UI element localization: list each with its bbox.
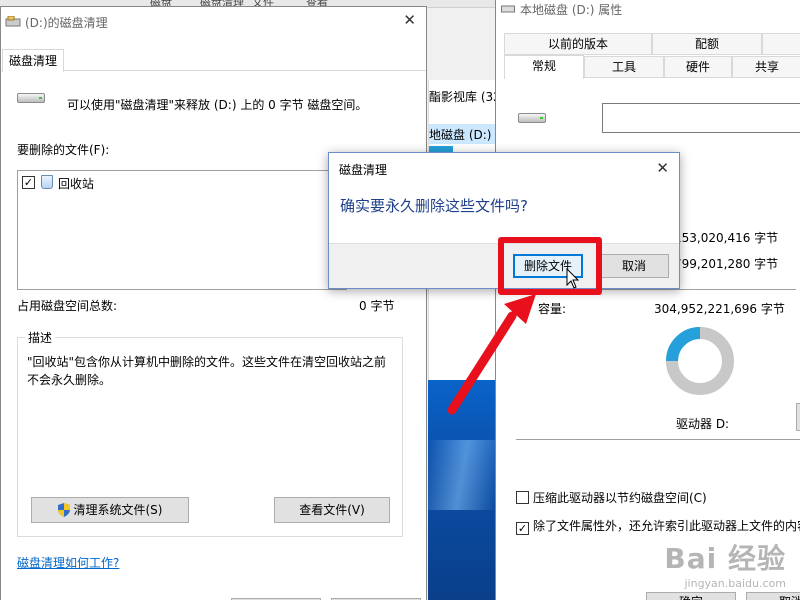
list-item[interactable]: 回收站 [58,175,94,192]
compress-label: 压缩此驱动器以节约磁盘空间(C) [533,491,707,505]
index-label: 除了文件属性外，还允许索引此驱动器上文件的内容 [533,519,800,533]
description-title: 描述 [25,329,56,346]
compress-option[interactable]: 压缩此驱动器以节约磁盘空间(C) [516,489,707,506]
ok-button[interactable]: 确定 [646,592,736,600]
tab-hardware[interactable]: 硬件 [664,56,732,78]
view-files-button[interactable]: 查看文件(V) [274,497,390,523]
explorer-row[interactable]: 酯影视库 (32 [429,88,501,105]
close-icon[interactable]: ✕ [656,159,669,177]
free-space-value: 799,201,280 字节 [674,257,779,271]
explorer-row[interactable]: 地磁盘 (D:) [429,126,491,143]
dialog-message: 确实要永久删除这些文件吗? [340,197,528,215]
highlight-box [498,237,602,295]
window-title: (D:)的磁盘清理 [25,16,108,30]
tab-extra[interactable] [762,33,800,55]
tab-quota[interactable]: 配额 [652,33,762,55]
drive-icon [501,5,515,13]
disk-cleanup-button[interactable] [796,403,800,431]
tab-strip [1,45,426,71]
index-checkbox[interactable]: ✓ [516,522,529,535]
drive-icon [518,111,548,125]
capacity-label: 容量: [538,302,567,316]
description-text: "回收站"包含你从计算机中删除的文件。这些文件在清空回收站之前 不会永久删除。 [27,353,397,389]
clean-system-files-button[interactable]: 清理系统文件(S) [31,497,189,523]
tab-disk-cleanup[interactable]: 磁盘清理 [2,49,64,73]
dialog-title: 磁盘清理 [339,163,388,177]
shield-icon [57,503,70,517]
disk-cleanup-icon [5,16,21,27]
clean-system-files-label: 清理系统文件(S) [73,503,163,517]
volume-name-input[interactable] [602,103,800,133]
divider [516,439,800,440]
mouse-cursor-icon [566,268,580,289]
drive-label: 驱动器 D: [676,417,730,431]
disk-usage-donut [666,327,734,395]
info-text: 可以使用"磁盘清理"来释放 (D:) 上的 0 字节 磁盘空间。 [67,98,368,112]
files-label: 要删除的文件(F): [17,143,110,157]
used-space-value: 153,020,416 字节 [674,231,779,245]
drive-properties-window: 本地磁盘 (D:) 属性 以前的版本 配额 常规 工具 硬件 共享 153,02… [495,0,800,600]
cancel-button[interactable]: 取消 [599,254,669,278]
total-label: 占用磁盘空间总数: [17,299,118,313]
description-line: 不会永久删除。 [27,373,112,387]
capacity-value: 304,952,221,696 字节 [654,302,785,316]
watermark-logo: Bai 经验 [664,542,786,575]
recycle-bin-icon [41,175,53,189]
tab-general[interactable]: 常规 [504,55,584,79]
tab-sharing[interactable]: 共享 [732,56,800,78]
index-option[interactable]: ✓ 除了文件属性外，还允许索引此驱动器上文件的内容 [516,517,800,535]
compress-checkbox[interactable] [516,491,529,504]
close-icon[interactable]: ✕ [403,11,416,29]
used-space-arc [666,327,701,362]
cancel-button[interactable]: 取消 [746,592,800,600]
desktop-wallpaper [428,380,496,600]
drive-icon [17,91,47,105]
files-list[interactable]: ✓ 回收站 [17,170,347,290]
description-line: "回收站"包含你从计算机中删除的文件。这些文件在清空回收站之前 [27,355,387,369]
recycle-bin-checkbox[interactable]: ✓ [22,176,35,189]
tab-tools[interactable]: 工具 [584,56,664,78]
watermark: Bai 经验 jingyan.baidu.com [664,537,786,590]
total-value: 0 字节 [359,299,395,313]
tab-previous-versions[interactable]: 以前的版本 [504,33,652,55]
disk-cleanup-window: (D:)的磁盘清理 ✕ 磁盘清理 可以使用"磁盘清理"来释放 (D:) 上的 0… [0,6,427,600]
watermark-url: jingyan.baidu.com [684,577,786,590]
window-title: 本地磁盘 (D:) 属性 [520,3,623,17]
help-link[interactable]: 磁盘清理如何工作? [17,554,119,571]
titlebar[interactable]: (D:)的磁盘清理 ✕ [1,7,426,37]
